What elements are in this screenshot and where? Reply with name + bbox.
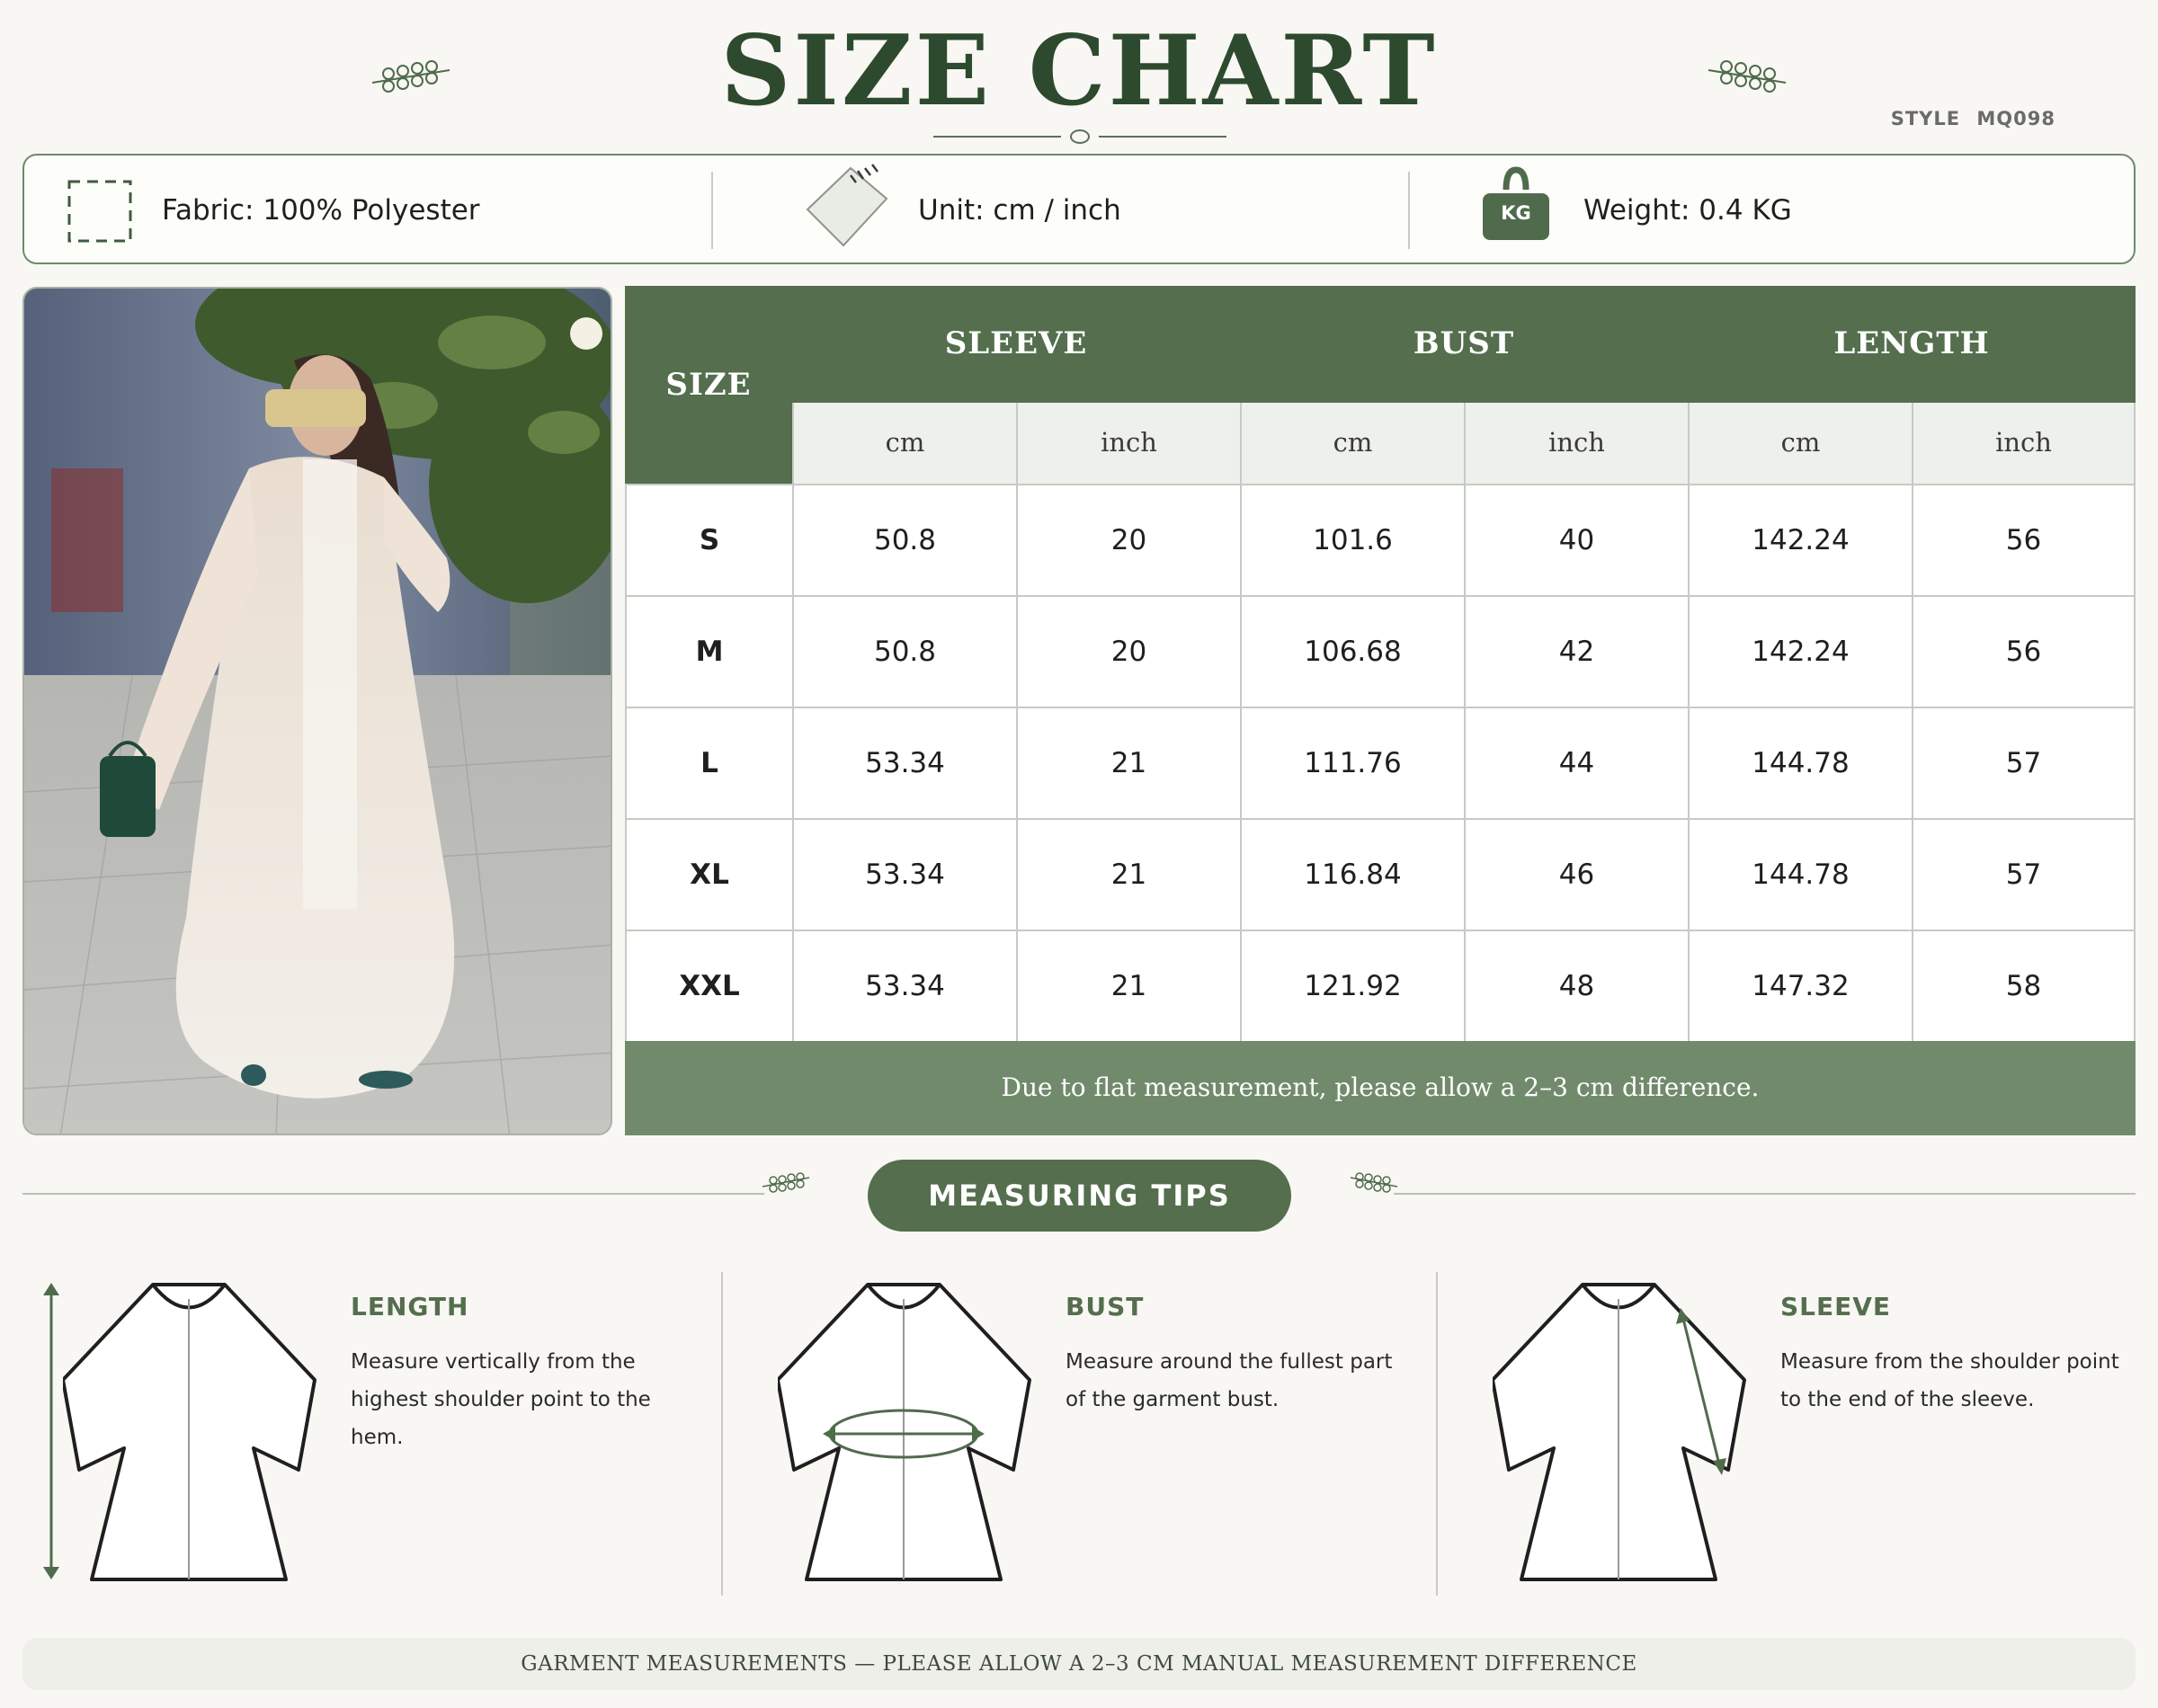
model-photo	[22, 287, 612, 1135]
tip-text-sleeve: Measure from the shoulder point to the e…	[1780, 1350, 2119, 1411]
table-cell: 50.8	[792, 485, 1016, 595]
table-cell: 21	[1016, 708, 1240, 818]
sleeve-column-header: SLEEVE	[944, 325, 1088, 361]
ruler-tag-icon	[806, 164, 888, 247]
length-arrow-icon	[43, 1283, 59, 1579]
sprig-ornament-icon	[762, 1172, 810, 1193]
table-cell: 50.8	[792, 597, 1016, 707]
unit-header-cell: inch	[1912, 403, 2136, 484]
footer-text: GARMENT MEASUREMENTS — PLEASE ALLOW A 2–…	[521, 1652, 1637, 1676]
info-bar: Fabric: 100% Polyester Unit: cm / inch K…	[22, 154, 2136, 264]
table-cell: 56	[1912, 597, 2134, 707]
size-cell: S	[699, 524, 720, 556]
tip-text-bust: Measure around the fullest part of the g…	[1066, 1350, 1393, 1411]
table-cell: 57	[1912, 708, 2134, 818]
weight-label: Weight: 0.4 KG	[1583, 194, 1792, 227]
table-cell: 121.92	[1240, 931, 1464, 1041]
size-cell: L	[700, 747, 718, 779]
fabric-label: Fabric: 100% Polyester	[162, 194, 480, 227]
size-column-header: SIZE	[665, 367, 752, 403]
garment-sleeve-diagram	[1493, 1283, 1746, 1581]
unit-header-cell: inch	[1464, 403, 1688, 484]
table-cell: 53.34	[792, 931, 1016, 1041]
tip-text-length: Measure vertically from the highest shou…	[351, 1350, 651, 1449]
info-divider	[711, 172, 713, 249]
sprig-ornament-icon	[1350, 1172, 1398, 1193]
table-cell: 53.34	[792, 708, 1016, 818]
tip-divider	[1436, 1272, 1438, 1596]
table-cell: 142.24	[1688, 597, 1912, 707]
unit-header-cell: cm	[1240, 403, 1464, 484]
style-code: STYLE MQ098	[1890, 108, 2055, 129]
table-cell: 46	[1464, 820, 1688, 930]
table-cell: 142.24	[1688, 485, 1912, 595]
unit-header-cell: cm	[1688, 403, 1912, 484]
table-cell: 20	[1016, 485, 1240, 595]
table-cell: 42	[1464, 597, 1688, 707]
page-title: SIZE CHART	[720, 14, 1438, 128]
table-row: XXL 53.34 21 121.92 48 147.32 58	[625, 930, 2136, 1041]
table-cell: 144.78	[1688, 708, 1912, 818]
info-divider	[1408, 172, 1410, 249]
table-cell: 111.76	[1240, 708, 1464, 818]
title-divider	[933, 129, 1226, 144]
table-cell: 56	[1912, 485, 2134, 595]
footer-bar: GARMENT MEASUREMENTS — PLEASE ALLOW A 2–…	[22, 1638, 2136, 1690]
tip-heading-bust: BUST	[1066, 1292, 1145, 1321]
tip-divider	[721, 1272, 723, 1596]
table-cell: 116.84	[1240, 820, 1464, 930]
table-cell: 40	[1464, 485, 1688, 595]
table-cell: 57	[1912, 820, 2134, 930]
size-header-cell	[625, 403, 792, 484]
table-cell: 106.68	[1240, 597, 1464, 707]
size-table: SIZE SLEEVE BUST LENGTH cm inch cm inch …	[625, 286, 2136, 1135]
table-row: XL 53.34 21 116.84 46 144.78 57	[625, 818, 2136, 930]
table-cell: 20	[1016, 597, 1240, 707]
unit-header-cell: inch	[1016, 403, 1240, 484]
table-row: M 50.8 20 106.68 42 142.24 56	[625, 595, 2136, 707]
dashed-square-icon	[67, 180, 132, 243]
unit-label: Unit: cm / inch	[918, 194, 1121, 227]
table-cell: 53.34	[792, 820, 1016, 930]
table-cell: 44	[1464, 708, 1688, 818]
garment-length-diagram	[63, 1283, 317, 1581]
size-cell: M	[695, 636, 724, 668]
measuring-tips-title: MEASURING TIPS	[868, 1160, 1291, 1232]
table-note: Due to flat measurement, please allow a …	[625, 1041, 2136, 1135]
table-cell: 48	[1464, 931, 1688, 1041]
table-row: S 50.8 20 101.6 40 142.24 56	[625, 484, 2136, 595]
tips-divider-right	[1394, 1193, 2136, 1195]
tip-heading-length: LENGTH	[351, 1292, 469, 1321]
size-cell: XL	[690, 858, 729, 891]
length-column-header: LENGTH	[1833, 325, 1990, 361]
tip-heading-sleeve: SLEEVE	[1780, 1292, 1892, 1321]
unit-header-cell: cm	[792, 403, 1016, 484]
table-cell: 101.6	[1240, 485, 1464, 595]
table-cell: 58	[1912, 931, 2134, 1041]
tips-divider-left	[22, 1193, 764, 1195]
table-cell: 144.78	[1688, 820, 1912, 930]
table-cell: 147.32	[1688, 931, 1912, 1041]
size-cell: XXL	[679, 970, 740, 1002]
table-row: L 53.34 21 111.76 44 144.78 57	[625, 707, 2136, 818]
bust-column-header: BUST	[1413, 325, 1515, 361]
table-cell: 21	[1016, 931, 1240, 1041]
kg-badge-text: KG	[1501, 202, 1531, 224]
kg-weight-icon: KG	[1483, 163, 1549, 245]
garment-bust-diagram	[778, 1283, 1031, 1581]
table-cell: 21	[1016, 820, 1240, 930]
